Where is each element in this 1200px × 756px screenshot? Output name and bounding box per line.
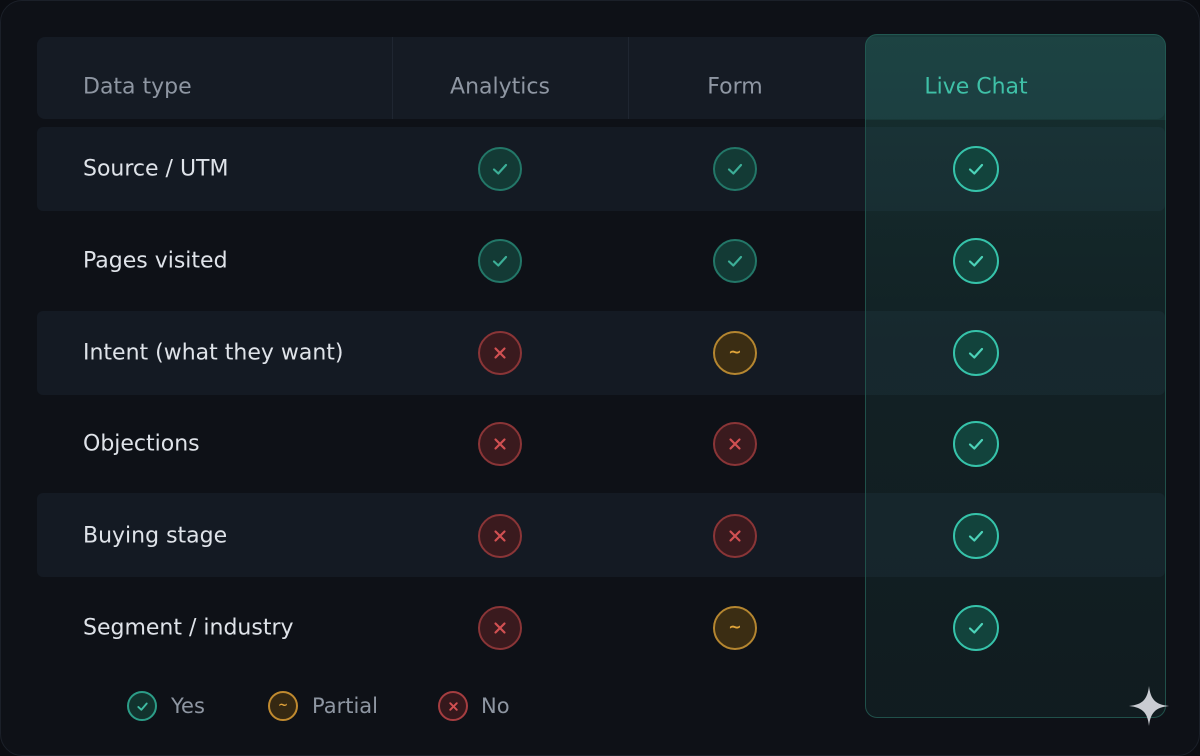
check-icon [953,238,999,284]
check-icon [478,147,522,191]
legend-tilde-icon: ~ [268,691,298,721]
x-icon [478,606,522,650]
legend-no-label: No [481,694,510,718]
row-label: Segment / industry [83,615,294,641]
header-analytics: Analytics [450,74,550,100]
row-label: Objections [83,431,200,457]
legend-partial-glyph: ~ [277,698,289,712]
header-form: Form [707,74,763,100]
x-icon [478,422,522,466]
sparkle-icon [1129,686,1169,726]
check-icon [953,605,999,651]
check-icon [953,513,999,559]
comparison-card: Data type Analytics Form Live Chat Sourc… [0,0,1200,756]
row-label: Pages visited [83,248,228,274]
check-icon [953,146,999,192]
header-divider [392,37,393,119]
check-icon [713,147,757,191]
tilde-icon: ~ [713,331,757,375]
legend-yes-label: Yes [171,694,205,718]
x-icon [713,422,757,466]
legend-partial-label: Partial [312,694,378,718]
partial-glyph: ~ [728,342,742,361]
live-chat-column-highlight [865,34,1166,718]
header-live-chat: Live Chat [924,74,1028,100]
row-label: Source / UTM [83,156,229,182]
check-icon [953,330,999,376]
legend-check-icon [127,691,157,721]
x-icon [478,331,522,375]
legend-x-icon [438,691,468,721]
check-icon [478,239,522,283]
x-icon [713,514,757,558]
check-icon [953,421,999,467]
row-label: Buying stage [83,523,228,549]
tilde-icon: ~ [713,606,757,650]
x-icon [478,514,522,558]
header-divider [628,37,629,119]
partial-glyph: ~ [728,617,742,636]
row-label: Intent (what they want) [83,340,344,366]
check-icon [713,239,757,283]
header-data-type: Data type [83,74,192,100]
